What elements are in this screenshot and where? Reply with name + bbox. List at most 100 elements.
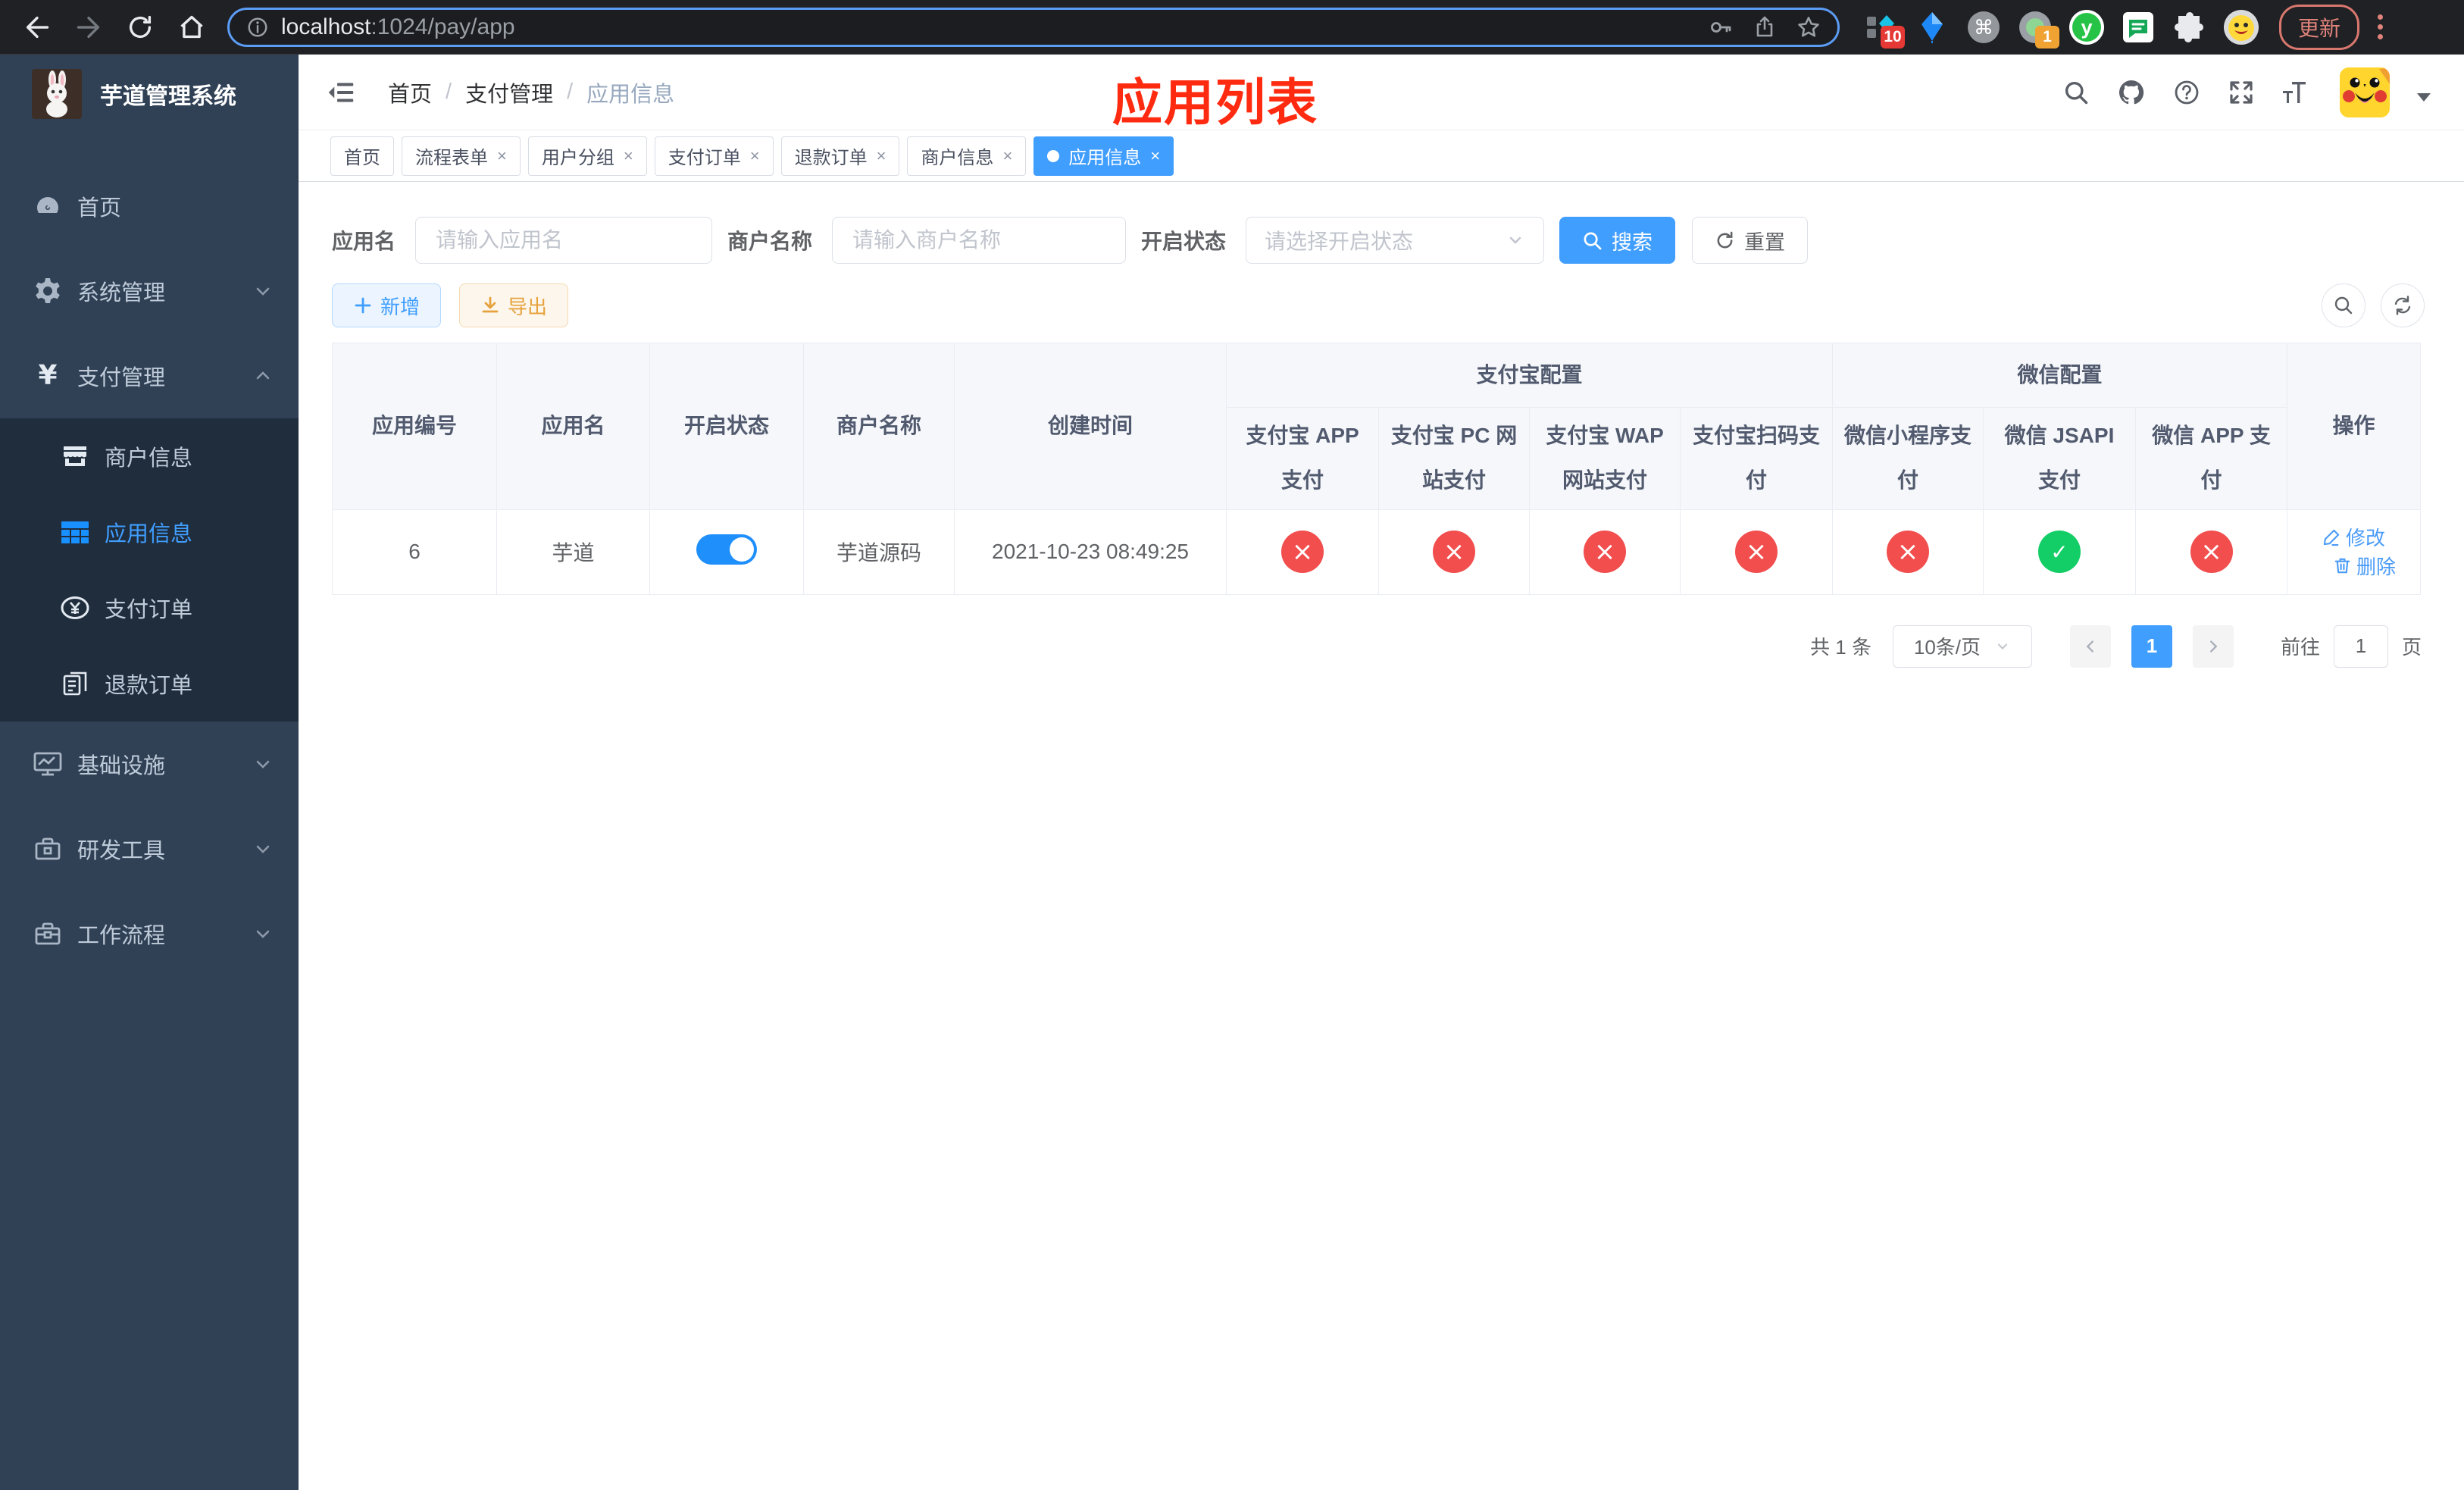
address-bar[interactable]: localhost:1024/pay/app xyxy=(227,7,1840,47)
github-icon[interactable] xyxy=(2117,78,2146,107)
breadcrumb-separator: / xyxy=(567,80,574,104)
password-key-icon[interactable] xyxy=(1709,15,1733,39)
tag-home[interactable]: 首页 xyxy=(330,136,394,176)
sidebar-item-pay-order[interactable]: 支付订单 xyxy=(0,570,299,646)
extensions-puzzle-icon[interactable] xyxy=(2172,9,2208,45)
app-name-input[interactable] xyxy=(415,217,713,264)
breadcrumb-home[interactable]: 首页 xyxy=(388,77,432,108)
document-copy-icon xyxy=(58,670,92,697)
logo-rabbit-image xyxy=(32,69,82,119)
delete-link[interactable]: 删除 xyxy=(2333,552,2396,580)
extension-command-icon[interactable]: ⌘ xyxy=(1965,9,2002,45)
reset-button[interactable]: 重置 xyxy=(1692,217,1809,264)
cell-created: 2021-10-23 08:49:25 xyxy=(954,509,1227,595)
user-avatar[interactable] xyxy=(2340,67,2390,117)
tags-view: 首页 流程表单 × 用户分组 × 支付订单 × 退款订单 × 商户信息 × 应用信息 × xyxy=(299,130,2464,182)
extension-y-icon[interactable]: y xyxy=(2068,9,2105,45)
font-size-icon[interactable] xyxy=(2282,79,2312,106)
browser-menu-icon[interactable] xyxy=(2378,14,2384,39)
extension-chat-icon[interactable] xyxy=(2120,9,2156,45)
goto-page-input[interactable] xyxy=(2333,624,2388,668)
cell-app-name: 芋道 xyxy=(496,509,650,595)
sidebar-item-label: 系统管理 xyxy=(77,281,166,305)
sidebar-item-infra[interactable]: 基础设施 xyxy=(0,722,299,806)
search-icon xyxy=(1584,232,1602,249)
search-form: 应用名 商户名称 开启状态 请选择开启状态 搜索 重置 xyxy=(332,217,2464,264)
navbar: 首页 / 支付管理 / 应用信息 应用列表 xyxy=(299,55,2464,130)
browser-reload-button[interactable] xyxy=(117,4,164,51)
tag-app-info-active[interactable]: 应用信息 × xyxy=(1033,136,1174,176)
sidebar-item-refund-order[interactable]: 退款订单 xyxy=(0,646,299,722)
goto-label: 前往 xyxy=(2280,636,2320,659)
toolbox-icon xyxy=(30,919,65,948)
sidebar-item-home[interactable]: 首页 xyxy=(0,164,299,249)
close-icon[interactable]: × xyxy=(877,146,886,166)
extension-kite-icon[interactable] xyxy=(1914,9,1950,45)
share-icon[interactable] xyxy=(1753,15,1777,39)
extension-pinned-icon[interactable]: 10 xyxy=(1862,9,1905,49)
profile-emoji-avatar[interactable] xyxy=(2223,9,2259,45)
browser-forward-button[interactable] xyxy=(65,4,112,51)
export-button[interactable]: 导出 xyxy=(459,283,569,327)
close-icon[interactable]: × xyxy=(1002,146,1012,166)
check-status-icon xyxy=(2038,531,2081,574)
status-toggle[interactable] xyxy=(696,534,757,565)
monitor-chart-icon xyxy=(30,749,65,779)
browser-back-button[interactable] xyxy=(14,4,61,51)
merchant-name-input[interactable] xyxy=(832,217,1127,264)
add-button[interactable]: 新增 xyxy=(332,283,442,327)
search-icon xyxy=(2334,296,2353,315)
next-page-button[interactable] xyxy=(2192,624,2234,668)
col-actions: 操作 xyxy=(2287,343,2422,510)
tag-process-form[interactable]: 流程表单 × xyxy=(402,136,521,176)
cross-status-icon xyxy=(2190,531,2233,574)
tag-pay-order[interactable]: 支付订单 × xyxy=(654,136,774,176)
status-select[interactable]: 请选择开启状态 xyxy=(1246,217,1545,264)
sidebar-item-merchant[interactable]: 商户信息 xyxy=(0,418,299,494)
prev-page-button[interactable] xyxy=(2069,624,2111,668)
edit-link[interactable]: 修改 xyxy=(2322,523,2385,551)
tag-merchant-info[interactable]: 商户信息 × xyxy=(907,136,1027,176)
cell-wx-mini xyxy=(1832,509,1984,595)
app-title: 芋道管理系统 xyxy=(100,84,236,109)
help-icon[interactable] xyxy=(2173,79,2200,106)
sidebar-item-workflow[interactable]: 工作流程 xyxy=(0,891,299,976)
fullscreen-icon[interactable] xyxy=(2228,79,2255,106)
site-info-icon[interactable] xyxy=(246,16,269,39)
refresh-table-button[interactable] xyxy=(2381,283,2425,327)
search-button[interactable]: 搜索 xyxy=(1559,217,1676,264)
chevron-down-icon xyxy=(253,924,273,944)
sidebar-collapse-icon[interactable] xyxy=(326,77,356,108)
tag-user-group[interactable]: 用户分组 × xyxy=(527,136,647,176)
col-alipay-qr: 支付宝扫码支付 xyxy=(1679,407,1834,510)
toggle-search-button[interactable] xyxy=(2322,283,2366,327)
avatar-caret-icon[interactable] xyxy=(2417,93,2431,102)
url-text[interactable]: localhost:1024/pay/app xyxy=(281,14,1696,40)
header-search-icon[interactable] xyxy=(2062,79,2090,106)
breadcrumb-pay[interactable]: 支付管理 xyxy=(465,77,553,108)
main-area: 首页 / 支付管理 / 应用信息 应用列表 首页 流程表单 × 用户分组 × 支… xyxy=(299,55,2464,1490)
cell-merchant: 芋道源码 xyxy=(803,509,955,595)
yen-circle-icon xyxy=(58,593,92,623)
browser-update-button[interactable]: 更新 xyxy=(2279,4,2360,50)
sidebar-item-app-info[interactable]: 应用信息 xyxy=(0,494,299,570)
svg-text:y: y xyxy=(2081,16,2092,39)
sidebar-item-label: 商户信息 xyxy=(105,446,193,471)
extension-recorder-icon[interactable]: 1 xyxy=(2017,9,2059,49)
page-size-select[interactable]: 10条/页 xyxy=(1892,624,2032,668)
grid-table-icon xyxy=(58,517,92,547)
sidebar-item-devtools[interactable]: 研发工具 xyxy=(0,806,299,891)
page-number-current[interactable]: 1 xyxy=(2131,624,2172,668)
bookmark-star-icon[interactable] xyxy=(1796,15,1821,39)
col-status: 开启状态 xyxy=(649,343,804,510)
close-icon[interactable]: × xyxy=(750,146,760,166)
chevron-down-icon xyxy=(253,281,273,301)
tag-refund-order[interactable]: 退款订单 × xyxy=(780,136,900,176)
close-icon[interactable]: × xyxy=(497,146,507,166)
browser-home-button[interactable] xyxy=(168,4,215,51)
close-icon[interactable]: × xyxy=(1150,146,1160,166)
sidebar-logo[interactable]: 芋道管理系统 xyxy=(0,55,299,133)
sidebar-item-pay[interactable]: ¥ 支付管理 xyxy=(0,333,299,418)
close-icon[interactable]: × xyxy=(624,146,633,166)
sidebar-item-system[interactable]: 系统管理 xyxy=(0,249,299,333)
